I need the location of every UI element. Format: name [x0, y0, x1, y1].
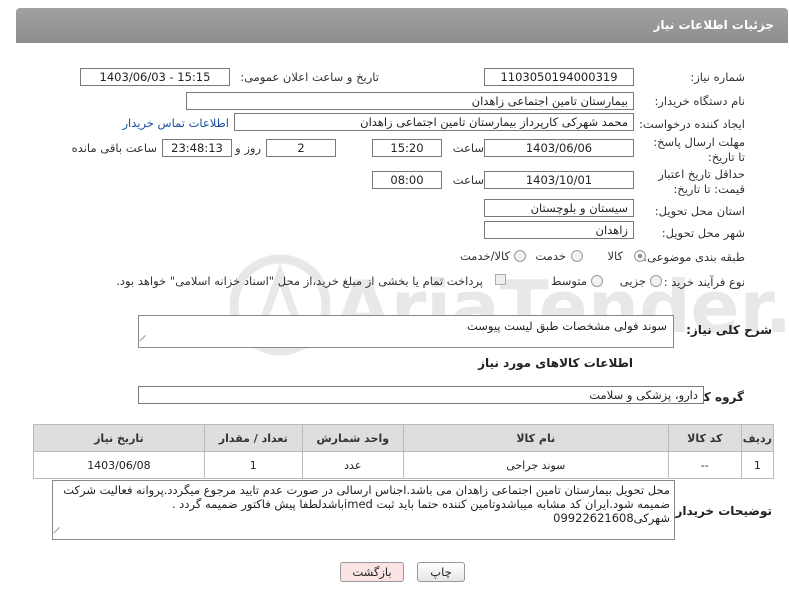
col-header-row-number: ردیف [740, 424, 775, 452]
cell-item-name: سوند جراحی [402, 451, 669, 479]
cell-need-date: 1403/06/08 [33, 451, 205, 479]
cell-quantity: 1 [203, 451, 303, 479]
contact-buyer-link[interactable]: اطلاعات تماس خریدار [122, 116, 229, 130]
announce-label: تاریخ و ساعت اعلان عمومی: [240, 70, 379, 84]
buyer-notes-label: توضیحات خریدار: [670, 504, 772, 518]
city-label: شهر محل تحویل: [661, 226, 745, 240]
purchase-medium-label: متوسط [550, 274, 587, 288]
buyer-org-field[interactable]: بیمارستان تامین اجتماعی زاهدان [186, 92, 634, 110]
category-goods-radio[interactable] [634, 250, 646, 262]
buyer-notes-textarea[interactable]: محل تحویل بیمارستان تامین اجتماعی زاهدان… [52, 480, 675, 540]
creator-label: ایجاد کننده درخواست: [639, 117, 745, 131]
validity-time-field[interactable]: 08:00 [372, 171, 442, 189]
table-row[interactable]: 1 -- سوند جراحی عدد 1 1403/06/08 [33, 451, 775, 479]
panel-header: جزئیات اطلاعات نیاز [16, 8, 788, 43]
treasury-payment-checkbox[interactable] [495, 274, 506, 285]
back-button[interactable]: بازگشت [340, 562, 404, 582]
days-label: روز و [235, 141, 261, 155]
resize-handle[interactable] [139, 334, 152, 348]
buyer-org-label: نام دستگاه خریدار: [654, 94, 745, 108]
creator-field[interactable]: محمد شهرکی کارپرداز بیمارستان تامین اجتم… [234, 113, 634, 131]
category-both-radio[interactable] [514, 250, 526, 262]
need-number-field[interactable]: 1103050194000319 [484, 68, 634, 86]
purchase-type-label: نوع فرآیند خرید : [663, 275, 745, 289]
category-both-label: کالا/خدمت [459, 249, 510, 263]
cell-item-code: -- [667, 451, 742, 479]
validity-time-label: ساعت [452, 173, 484, 187]
print-button[interactable]: چاپ [417, 562, 465, 582]
deadline-time-field[interactable]: 15:20 [372, 139, 442, 157]
category-goods-label: کالا [607, 249, 623, 263]
purchase-partial-label: جزیی [619, 274, 646, 288]
col-header-item-name: نام کالا [402, 424, 669, 452]
purchase-partial-radio[interactable] [650, 275, 662, 287]
remaining-label: ساعت باقی مانده [71, 141, 157, 155]
validity-date-field[interactable]: 1403/10/01 [484, 171, 634, 189]
goods-section-title: اطلاعات کالاهای مورد نیاز [478, 356, 633, 370]
summary-textarea[interactable]: سوند فولی مشخصات طبق لیست پیوست [138, 315, 674, 348]
col-header-item-code: کد کالا [667, 424, 742, 452]
goods-group-field[interactable]: دارو، پزشکی و سلامت [138, 386, 704, 404]
cell-unit: عدد [301, 451, 404, 479]
buyer-notes-text: محل تحویل بیمارستان تامین اجتماعی زاهدان… [63, 483, 670, 525]
panel-title: جزئیات اطلاعات نیاز [653, 18, 774, 32]
items-table: ردیف کد کالا نام کالا واحد شمارش تعداد /… [33, 424, 775, 479]
cell-row-number: 1 [740, 451, 775, 479]
days-field[interactable]: 2 [266, 139, 336, 157]
remaining-time-field[interactable]: 23:48:13 [162, 139, 232, 157]
category-label: طبقه بندی موضوعی: [643, 250, 745, 264]
category-service-radio[interactable] [571, 250, 583, 262]
validity-label: حداقل تاریخ اعتبار قیمت: تا تاریخ: [658, 167, 745, 196]
deadline-date-field[interactable]: 1403/06/06 [484, 139, 634, 157]
announce-datetime-field[interactable]: 1403/06/03 - 15:15 [80, 68, 230, 86]
resize-handle[interactable] [53, 526, 66, 540]
col-header-need-date: تاریخ نیاز [33, 424, 205, 452]
col-header-unit: واحد شمارش [301, 424, 404, 452]
treasury-payment-note: پرداخت تمام یا بخشی از مبلغ خرید،از محل … [116, 274, 483, 288]
province-field[interactable]: سیستان و بلوچستان [484, 199, 634, 217]
category-service-label: خدمت [535, 249, 566, 263]
deadline-label: مهلت ارسال پاسخ: تا تاریخ: [653, 135, 745, 164]
deadline-time-label: ساعت [452, 141, 484, 155]
city-field[interactable]: زاهدان [484, 221, 634, 239]
summary-text: سوند فولی مشخصات طبق لیست پیوست [466, 319, 667, 333]
province-label: استان محل تحویل: [654, 204, 745, 218]
col-header-quantity: تعداد / مقدار [203, 424, 303, 452]
need-number-label: شماره نیاز: [690, 70, 745, 84]
summary-label: شرح کلی نیاز: [686, 323, 772, 337]
purchase-medium-radio[interactable] [591, 275, 603, 287]
